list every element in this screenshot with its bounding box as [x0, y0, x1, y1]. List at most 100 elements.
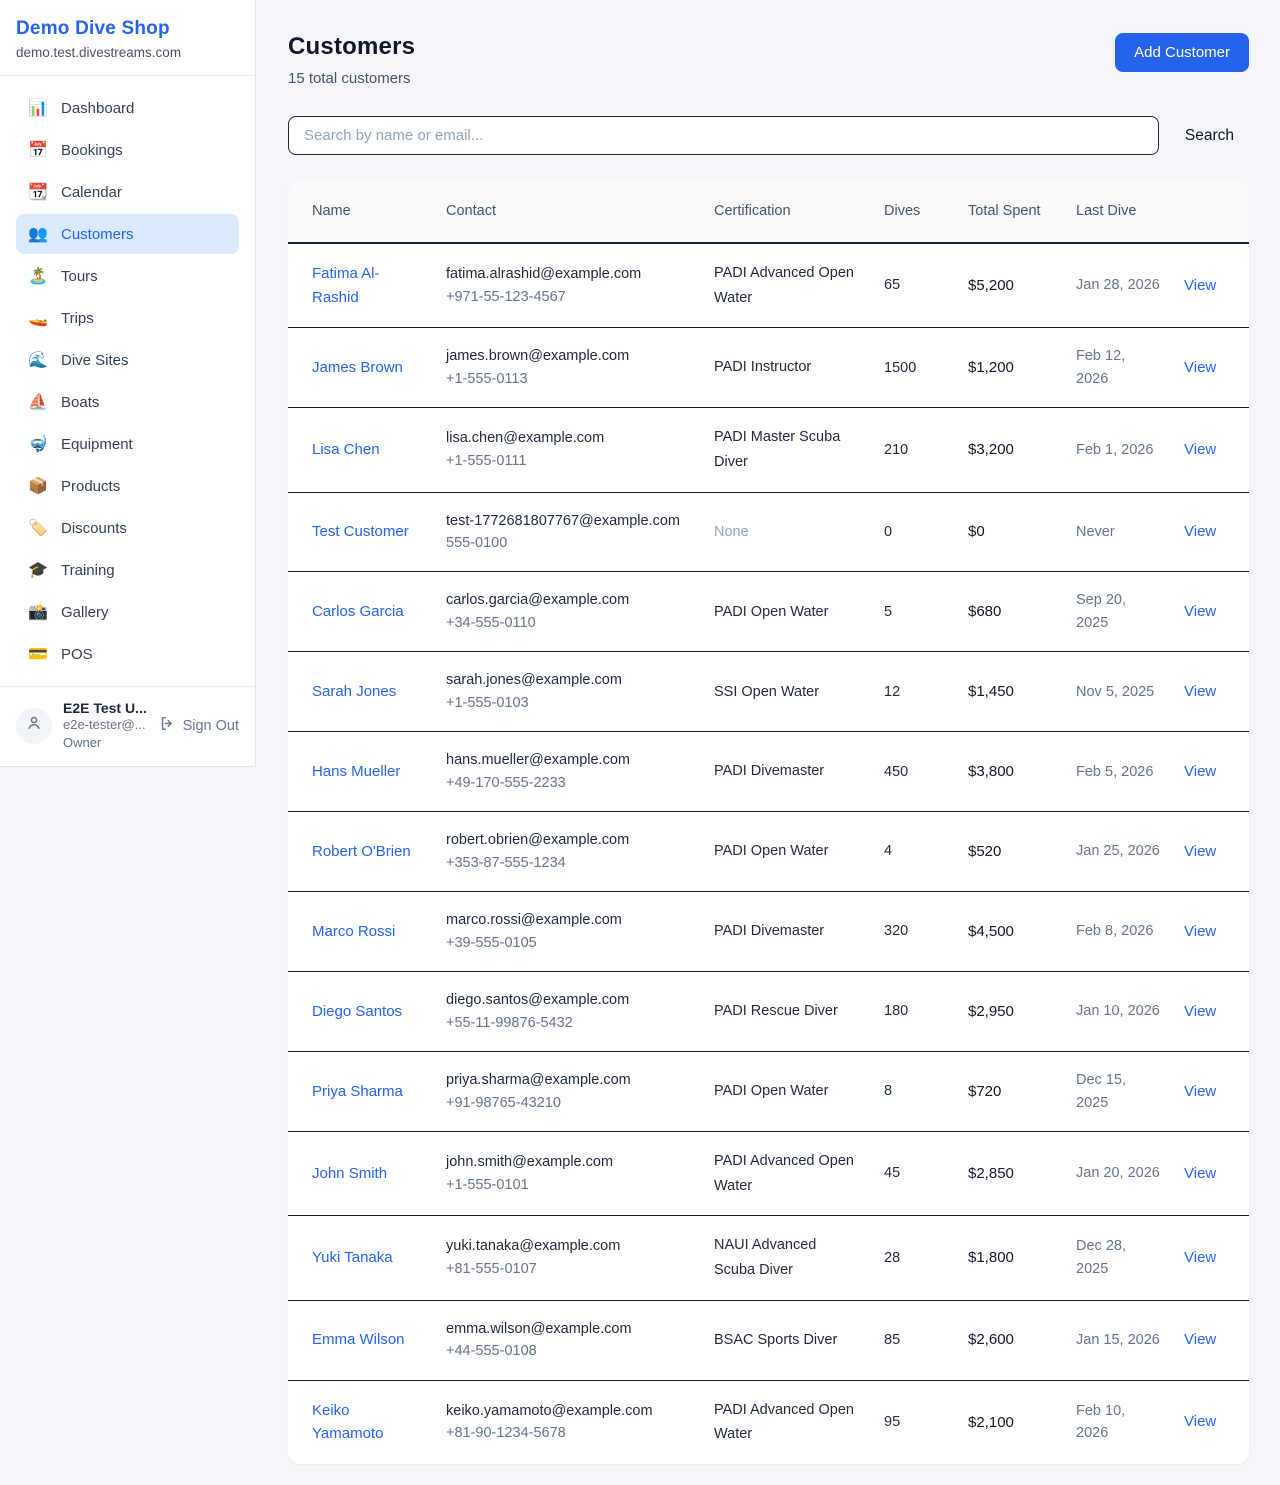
customer-name-link[interactable]: Lisa Chen [312, 441, 380, 458]
customer-name-link[interactable]: Carlos Garcia [312, 603, 404, 620]
view-customer-link[interactable]: View [1184, 359, 1216, 376]
customer-certification: None [714, 520, 860, 545]
customers-table: NameContactCertificationDivesTotal Spent… [288, 181, 1249, 1464]
customer-phone: +353-87-555-1234 [446, 852, 690, 874]
view-customer-link[interactable]: View [1184, 843, 1216, 860]
customer-name-link[interactable]: John Smith [312, 1165, 387, 1182]
cell-last-dive: Feb 12, 2026 [1064, 328, 1172, 408]
customer-name-link[interactable]: Emma Wilson [312, 1331, 405, 1348]
sidebar-item-dashboard[interactable]: 📊Dashboard [16, 88, 239, 128]
sidebar-item-training[interactable]: 🎓Training [16, 550, 239, 590]
customer-phone: +81-90-1234-5678 [446, 1422, 690, 1444]
sidebar-item-label: Gallery [61, 604, 109, 621]
table-row: Keiko Yamamotokeiko.yamamoto@example.com… [288, 1380, 1249, 1464]
view-customer-link[interactable]: View [1184, 603, 1216, 620]
sidebar-item-label: Dive Sites [61, 352, 129, 369]
customer-email: diego.santos@example.com [446, 989, 690, 1011]
view-customer-link[interactable]: View [1184, 1165, 1216, 1182]
customer-certification: PADI Divemaster [714, 759, 860, 784]
view-customer-link[interactable]: View [1184, 441, 1216, 458]
sidebar-item-pos[interactable]: 💳POS [16, 634, 239, 674]
cell-actions: View [1172, 492, 1249, 572]
column-header-name: Name [288, 181, 434, 243]
sidebar-item-trips[interactable]: 🚤Trips [16, 298, 239, 338]
cell-last-dive: Jan 25, 2026 [1064, 812, 1172, 892]
calendar-icon: 📆 [28, 182, 48, 202]
customer-phone: +39-555-0105 [446, 932, 690, 954]
sidebar-item-customers[interactable]: 👥Customers [16, 214, 239, 254]
cell-certification: PADI Rescue Diver [702, 972, 872, 1052]
view-customer-link[interactable]: View [1184, 1249, 1216, 1266]
sidebar-item-gallery[interactable]: 📸Gallery [16, 592, 239, 632]
view-customer-link[interactable]: View [1184, 923, 1216, 940]
sidebar-item-bookings[interactable]: 📅Bookings [16, 130, 239, 170]
view-customer-link[interactable]: View [1184, 1083, 1216, 1100]
table-row: Diego Santos diego.santos@example.com+55-… [288, 972, 1249, 1052]
sidebar-item-tours[interactable]: 🏝️Tours [16, 256, 239, 296]
training-icon: 🎓 [28, 560, 48, 580]
customer-name-link[interactable]: Diego Santos [312, 1003, 402, 1020]
table-row: Robert O'Brienrobert.obrien@example.com+… [288, 812, 1249, 892]
sidebar-item-dive-sites[interactable]: 🌊Dive Sites [16, 340, 239, 380]
customer-name-link[interactable]: James Brown [312, 359, 403, 376]
view-customer-link[interactable]: View [1184, 277, 1216, 294]
search-row: Search [288, 116, 1249, 155]
cell-actions: View [1172, 972, 1249, 1052]
user-meta: E2E Test U... e2e-tester@... Owner [63, 700, 148, 751]
cell-total-spent: $720 [956, 1052, 1064, 1132]
cell-name: Priya Sharma [288, 1052, 434, 1132]
table-header: NameContactCertificationDivesTotal Spent… [288, 181, 1249, 243]
customer-name-link[interactable]: Marco Rossi [312, 923, 395, 940]
cell-last-dive: Dec 15, 2025 [1064, 1052, 1172, 1132]
view-customer-link[interactable]: View [1184, 1413, 1216, 1430]
sidebar-item-products[interactable]: 📦Products [16, 466, 239, 506]
customer-name-link[interactable]: Robert O'Brien [312, 843, 411, 860]
view-customer-link[interactable]: View [1184, 763, 1216, 780]
add-customer-button[interactable]: Add Customer [1115, 33, 1249, 72]
cell-dives: 180 [872, 972, 956, 1052]
cell-contact: diego.santos@example.com+55-11-99876-543… [434, 972, 702, 1052]
sidebar-item-calendar[interactable]: 📆Calendar [16, 172, 239, 212]
view-customer-link[interactable]: View [1184, 1003, 1216, 1020]
customer-certification: PADI Advanced Open Water [714, 261, 860, 310]
customer-name-link[interactable]: Test Customer [312, 523, 409, 540]
customer-certification: PADI Instructor [714, 355, 860, 380]
main-content: Customers 15 total customers Add Custome… [256, 0, 1280, 1464]
view-customer-link[interactable]: View [1184, 1331, 1216, 1348]
view-customer-link[interactable]: View [1184, 523, 1216, 540]
view-customer-link[interactable]: View [1184, 683, 1216, 700]
customer-email: lisa.chen@example.com [446, 427, 690, 449]
customer-email: test-1772681807767@example.com [446, 510, 690, 532]
customer-phone: +91-98765-43210 [446, 1092, 690, 1114]
customer-name-link[interactable]: Sarah Jones [312, 683, 396, 700]
user-role: Owner [63, 734, 148, 752]
table-row: Lisa Chen lisa.chen@example.com+1-555-011… [288, 408, 1249, 492]
cell-actions: View [1172, 1300, 1249, 1380]
sign-out-button[interactable]: Sign Out [159, 715, 239, 736]
sidebar-item-discounts[interactable]: 🏷️Discounts [16, 508, 239, 548]
customer-name-link[interactable]: Keiko Yamamoto [312, 1402, 383, 1442]
customer-name-link[interactable]: Hans Mueller [312, 763, 400, 780]
customer-name-link[interactable]: Priya Sharma [312, 1083, 403, 1100]
shop-domain: demo.test.divestreams.com [16, 45, 239, 60]
cell-last-dive: Jan 15, 2026 [1064, 1300, 1172, 1380]
customer-name-link[interactable]: Fatima Al-Rashid [312, 265, 380, 305]
page-header: Customers 15 total customers Add Custome… [288, 33, 1249, 87]
table-row: Sarah Jonessarah.jones@example.com+1-555… [288, 652, 1249, 732]
search-button[interactable]: Search [1185, 127, 1234, 145]
search-input[interactable] [288, 116, 1159, 155]
customer-email: priya.sharma@example.com [446, 1069, 690, 1091]
customer-phone: +34-555-0110 [446, 612, 690, 634]
sidebar-item-boats[interactable]: ⛵Boats [16, 382, 239, 422]
cell-certification: PADI Master Scuba Diver [702, 408, 872, 492]
customer-email: marco.rossi@example.com [446, 909, 690, 931]
customer-certification: NAUI Advanced Scuba Diver [714, 1233, 860, 1282]
sidebar-item-equipment[interactable]: 🤿Equipment [16, 424, 239, 464]
cell-actions: View [1172, 328, 1249, 408]
cell-name: James Brown [288, 328, 434, 408]
cell-total-spent: $1,800 [956, 1216, 1064, 1300]
customer-name-link[interactable]: Yuki Tanaka [312, 1249, 393, 1266]
customer-phone: +1-555-0111 [446, 450, 690, 472]
cell-certification: SSI Open Water [702, 652, 872, 732]
cell-dives: 28 [872, 1216, 956, 1300]
